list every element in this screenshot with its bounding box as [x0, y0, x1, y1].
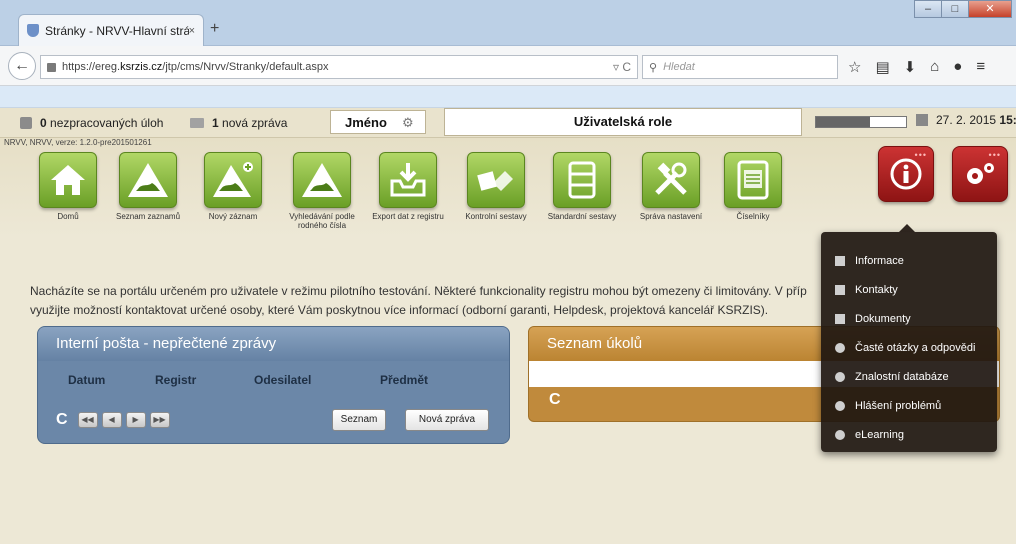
menu-item-elearning[interactable]: eLearning	[821, 420, 997, 449]
info-dropdown-menu: Informace Kontakty Dokumenty Časté otázk…	[821, 224, 997, 452]
tab-title: Stránky - NRVV-Hlavní strá...	[45, 23, 189, 38]
tab-close-icon[interactable]: ×	[189, 25, 195, 37]
browser-tabstrip: Stránky - NRVV-Hlavní strá... × + – □ ✕	[0, 0, 1016, 46]
menu-item-faq[interactable]: Časté otázky a odpovědi	[821, 333, 997, 362]
settings-dots-icon: •••	[988, 150, 1001, 160]
tools-icon	[655, 162, 687, 195]
url-text: https://ereg.ksrzis.cz/jtp/cms/Nrvv/Stra…	[62, 61, 329, 73]
first-page-icon[interactable]: ◀◀	[77, 412, 98, 428]
session-progress-bar	[815, 116, 907, 128]
info-button[interactable]: •••	[878, 146, 934, 202]
module-codebooks[interactable]: Číselníky	[713, 152, 793, 221]
menu-item-informace[interactable]: Informace	[821, 246, 997, 275]
search-icon: ⚲	[649, 61, 658, 74]
last-page-icon[interactable]: ▶▶	[149, 412, 170, 428]
house-icon	[51, 165, 85, 195]
prev-page-icon[interactable]: ◀	[101, 412, 122, 428]
user-role-select[interactable]: Uživatelská role	[444, 108, 802, 136]
address-bar[interactable]: https://ereg.ksrzis.cz/jtp/cms/Nrvv/Stra…	[40, 55, 638, 79]
next-page-icon[interactable]: ▶	[125, 412, 146, 428]
unprocessed-tasks[interactable]: 0 nezpracovaných úloh	[20, 113, 163, 133]
speech-bubble-icon	[835, 400, 845, 411]
control-reports-icon	[477, 171, 513, 191]
bookmark-star-icon[interactable]: ☆	[848, 58, 861, 76]
export-tray-icon	[390, 163, 426, 197]
user-settings-gear-icon[interactable]: ⚙	[402, 115, 414, 131]
codebook-icon	[737, 160, 769, 200]
new-messages[interactable]: 1 nová zpráva	[190, 113, 287, 133]
info-dots-icon: •••	[914, 150, 927, 160]
lifebuoy-icon	[835, 371, 845, 382]
column-header[interactable]: Předmět	[380, 373, 428, 387]
search-records-icon	[302, 163, 342, 197]
window-controls: – □ ✕	[914, 0, 1012, 18]
mail-list-button[interactable]: Seznam	[332, 409, 386, 431]
column-header[interactable]: Datum	[68, 373, 105, 387]
gears-icon	[967, 163, 994, 184]
tasks-icon	[20, 117, 32, 129]
document-icon	[835, 284, 845, 295]
menu-icon[interactable]: ≡	[976, 58, 985, 76]
browser-navbar: ← https://ereg.ksrzis.cz/jtp/cms/Nrvv/St…	[0, 46, 1016, 86]
module-control-reports[interactable]: Kontrolní sestavy	[456, 152, 536, 221]
refresh-icon[interactable]: C	[56, 411, 68, 429]
menu-item-knowledge-base[interactable]: Znalostní databáze	[821, 362, 997, 391]
search-input[interactable]: ⚲ Hledat	[642, 55, 838, 79]
date-time: 27. 2. 2015 15:1	[916, 113, 1016, 127]
document-icon	[835, 255, 845, 266]
internal-mail-panel: Interní pošta - nepřečtené zprávy Datum …	[37, 326, 510, 444]
document-icon	[835, 313, 845, 324]
module-export-data[interactable]: Export dat z registru	[368, 152, 448, 221]
module-home[interactable]: Domů	[28, 152, 108, 221]
lock-icon	[47, 62, 56, 72]
menu-item-report-problem[interactable]: Hlášení problémů	[821, 391, 997, 420]
settings-button[interactable]: •••	[952, 146, 1008, 202]
home-icon[interactable]: ⌂	[930, 58, 939, 76]
mail-pager: C ◀◀ ◀ ▶ ▶▶	[56, 411, 170, 429]
app-header-strip: 0 nezpracovaných úloh 1 nová zpráva Jmén…	[0, 108, 1016, 138]
column-header[interactable]: Registr	[155, 373, 196, 387]
download-icon[interactable]: ⬇	[904, 58, 917, 76]
column-header[interactable]: Odesilatel	[254, 373, 311, 387]
minimize-icon[interactable]: –	[914, 0, 942, 18]
new-message-button[interactable]: Nová zpráva	[405, 409, 489, 431]
module-record-list[interactable]: Seznam zaznamů	[108, 152, 188, 221]
menu-item-kontakty[interactable]: Kontakty	[821, 275, 997, 304]
back-arrow-icon[interactable]: ←	[8, 52, 36, 80]
bookmarks-bar	[0, 86, 1016, 108]
reading-list-icon[interactable]: ▤	[875, 58, 889, 76]
calendar-icon	[916, 114, 928, 126]
module-settings[interactable]: Správa nastavení	[631, 152, 711, 221]
version-info: NRVV, NRVV, verze: 1.2.0-pre201501261	[4, 138, 152, 147]
module-standard-reports[interactable]: Standardní sestavy	[542, 152, 622, 221]
info-icon	[890, 158, 922, 190]
browser-tab[interactable]: Stránky - NRVV-Hlavní strá... ×	[18, 14, 204, 46]
site-shield-icon	[27, 24, 39, 37]
new-record-plus-icon	[213, 162, 253, 197]
reload-icon[interactable]: ▿ C	[613, 60, 631, 74]
new-tab-icon[interactable]: +	[210, 20, 219, 38]
window-close-icon[interactable]: ✕	[968, 0, 1012, 18]
standard-reports-icon	[568, 161, 596, 199]
chat-icon[interactable]: ●	[953, 58, 962, 76]
maximize-icon[interactable]: □	[941, 0, 969, 18]
question-icon	[835, 342, 845, 353]
envelope-icon	[190, 118, 204, 128]
lifebuoy-icon	[835, 429, 845, 440]
mail-panel-title: Interní pošta - nepřečtené zprávy	[38, 327, 509, 361]
tasks-refresh-icon[interactable]: C	[549, 391, 561, 409]
module-search-birth-number[interactable]: Vyhledávání podle rodného čísla	[282, 152, 362, 230]
browser-toolbar: ☆ ▤ ⬇ ⌂ ● ≡	[848, 58, 985, 76]
menu-item-dokumenty[interactable]: Dokumenty	[821, 304, 997, 333]
module-new-record[interactable]: Nový záznam	[193, 152, 273, 221]
records-triangle-icon	[128, 163, 168, 197]
